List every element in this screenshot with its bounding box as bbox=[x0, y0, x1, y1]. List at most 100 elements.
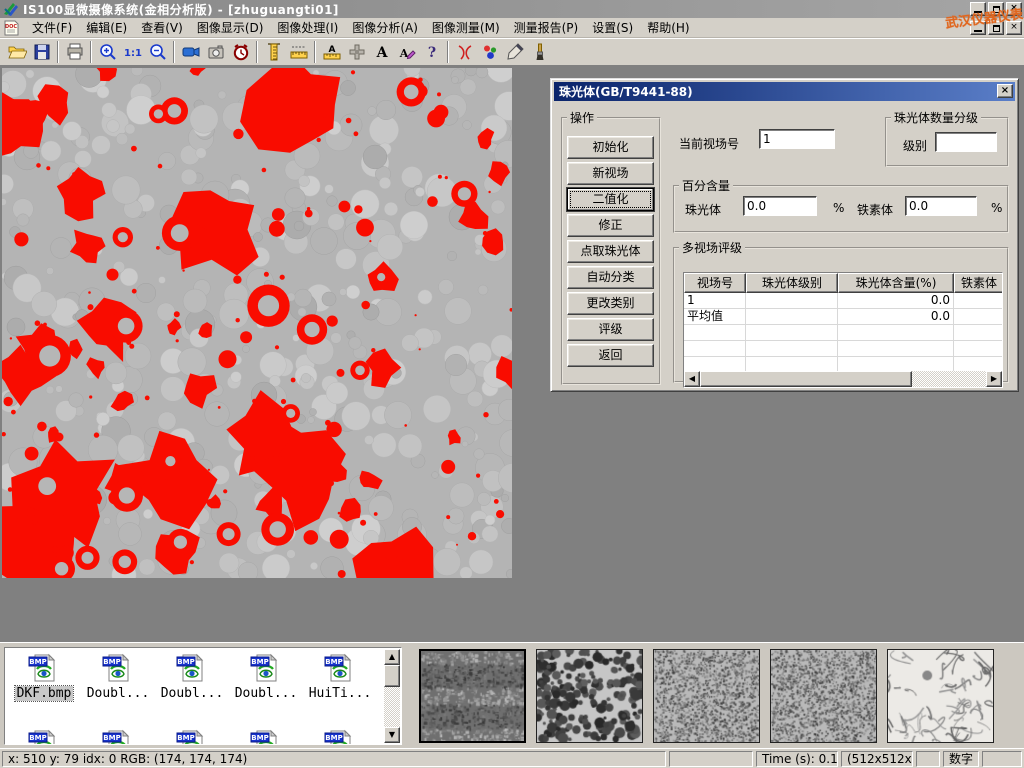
print-icon[interactable] bbox=[62, 40, 87, 64]
menu-item-image-analysis[interactable]: 图像分析(A) bbox=[345, 17, 425, 38]
caliper-icon[interactable] bbox=[261, 40, 286, 64]
current-view-label: 当前视场号 bbox=[679, 135, 739, 152]
actual-size-icon[interactable]: 1:1 bbox=[120, 40, 145, 64]
measure-text-icon[interactable]: A bbox=[319, 40, 344, 64]
zoom-in-icon[interactable] bbox=[95, 40, 120, 64]
new-field-button[interactable]: 新视场 bbox=[567, 162, 654, 185]
file-item[interactable]: BMP bbox=[303, 728, 377, 745]
menu-item-help[interactable]: 帮助(H) bbox=[640, 17, 696, 38]
close-button[interactable]: × bbox=[1006, 2, 1022, 16]
pick-pearlite-button[interactable]: 点取珠光体 bbox=[567, 240, 654, 263]
percent-group-label: 百分含量 bbox=[679, 177, 733, 194]
cursor-position-status: x: 510 y: 79 idx: 0 RGB: (174, 174, 174) bbox=[2, 751, 666, 767]
grade-button[interactable]: 评级 bbox=[567, 318, 654, 341]
menu-item-image-process[interactable]: 图像处理(I) bbox=[270, 17, 345, 38]
brush-icon[interactable] bbox=[527, 40, 552, 64]
file-item[interactable]: BMPDoubl... bbox=[81, 652, 155, 701]
title-bar: IS100显微摄像系统(金相分析版) - [zhuguangti01] × bbox=[0, 0, 1024, 18]
ruler-icon[interactable] bbox=[286, 40, 311, 64]
col-pearlite-grade[interactable]: 珠光体级别 bbox=[746, 273, 838, 293]
document-icon[interactable]: DOC bbox=[4, 20, 19, 36]
minimize-button[interactable] bbox=[970, 2, 986, 16]
file-item[interactable]: BMPDKF.bmp bbox=[7, 652, 81, 701]
col-ferrite[interactable]: 铁素体 bbox=[954, 273, 1003, 293]
help-icon[interactable]: ? bbox=[419, 40, 444, 64]
text-label-icon[interactable]: A bbox=[369, 40, 394, 64]
scroll-left-icon[interactable]: ◀ bbox=[684, 371, 700, 387]
child-restore-button[interactable] bbox=[988, 21, 1004, 35]
menu-item-report[interactable]: 测量报告(P) bbox=[507, 17, 586, 38]
open-file-icon[interactable] bbox=[4, 40, 29, 64]
change-class-button[interactable]: 更改类别 bbox=[567, 292, 654, 315]
dialog-title-bar[interactable]: 珠光体(GB/T9441-88) × bbox=[554, 82, 1015, 101]
dialog-close-icon[interactable]: × bbox=[997, 84, 1013, 98]
file-item[interactable]: BMPDoubl... bbox=[155, 652, 229, 701]
file-item[interactable]: BMP bbox=[81, 728, 155, 745]
zoom-out-icon[interactable] bbox=[145, 40, 170, 64]
correct-button[interactable]: 修正 bbox=[567, 214, 654, 237]
binarize-button[interactable]: 二值化 bbox=[567, 188, 654, 211]
table-row[interactable] bbox=[684, 325, 1002, 341]
file-item[interactable]: BMPDoubl... bbox=[229, 652, 303, 701]
svg-text:DOC: DOC bbox=[5, 24, 17, 30]
merge-grid-icon[interactable] bbox=[344, 40, 369, 64]
scroll-right-icon[interactable]: ▶ bbox=[986, 371, 1002, 387]
menu-item-image-display[interactable]: 图像显示(D) bbox=[190, 17, 271, 38]
init-button[interactable]: 初始化 bbox=[567, 136, 654, 159]
return-button[interactable]: 返回 bbox=[567, 344, 654, 367]
color-particles-icon[interactable] bbox=[477, 40, 502, 64]
col-pearlite-pct[interactable]: 珠光体含量(%) bbox=[838, 273, 954, 293]
table-row[interactable]: 平均值 0.0 bbox=[684, 309, 1002, 325]
bmp-file-icon: BMP bbox=[250, 728, 282, 745]
mdi-workspace: 珠光体(GB/T9441-88) × 操作 初始化 新视场 二值化 修正 点取珠… bbox=[0, 66, 1024, 642]
operations-group-label: 操作 bbox=[567, 109, 597, 126]
grade-level-input[interactable] bbox=[935, 132, 997, 152]
save-icon[interactable] bbox=[29, 40, 54, 64]
vscroll-thumb[interactable] bbox=[384, 665, 400, 687]
menu-item-edit[interactable]: 编辑(E) bbox=[79, 17, 134, 38]
menu-bar: DOC 文件(F) 编辑(E) 查看(V) 图像显示(D) 图像处理(I) 图像… bbox=[0, 18, 1024, 38]
pen-icon[interactable] bbox=[502, 40, 527, 64]
child-minimize-button[interactable] bbox=[970, 21, 986, 35]
bottom-panel: BMPDKF.bmpBMPDoubl...BMPDoubl...BMPDoubl… bbox=[0, 642, 1024, 748]
menu-item-view[interactable]: 查看(V) bbox=[134, 17, 190, 38]
table-row[interactable]: 1 0.0 bbox=[684, 293, 1002, 309]
grading-group-label: 珠光体数量分级 bbox=[891, 109, 981, 126]
thumbnail-2[interactable] bbox=[536, 649, 643, 743]
thumbnail-5[interactable] bbox=[887, 649, 994, 743]
file-item[interactable]: BMP bbox=[7, 728, 81, 745]
curve-cut-icon[interactable] bbox=[452, 40, 477, 64]
specimen-image[interactable] bbox=[2, 68, 512, 578]
col-field-no[interactable]: 视场号 bbox=[684, 273, 746, 293]
child-close-button[interactable]: × bbox=[1006, 21, 1022, 35]
text-edit-icon[interactable]: A bbox=[394, 40, 419, 64]
restore-button[interactable] bbox=[988, 2, 1004, 16]
ferrite-percent-input[interactable] bbox=[905, 196, 977, 216]
scroll-up-icon[interactable]: ▲ bbox=[384, 649, 400, 665]
file-item[interactable]: BMP bbox=[229, 728, 303, 745]
video-camera-icon[interactable] bbox=[178, 40, 203, 64]
photo-camera-icon[interactable] bbox=[203, 40, 228, 64]
thumbnail-1[interactable] bbox=[419, 649, 526, 743]
thumbnail-3[interactable] bbox=[653, 649, 760, 743]
auto-classify-button[interactable]: 自动分类 bbox=[567, 266, 654, 289]
hscroll-thumb[interactable] bbox=[700, 371, 912, 387]
file-item[interactable]: BMP bbox=[155, 728, 229, 745]
hscroll-track[interactable] bbox=[912, 371, 986, 387]
menu-item-file[interactable]: 文件(F) bbox=[25, 17, 79, 38]
timer-clock-icon[interactable] bbox=[228, 40, 253, 64]
svg-text:BMP: BMP bbox=[251, 658, 268, 666]
current-view-input[interactable] bbox=[759, 129, 835, 149]
mode-status: 数字 bbox=[943, 751, 979, 767]
pearlite-percent-input[interactable] bbox=[743, 196, 817, 216]
table-hscrollbar[interactable]: ◀ ▶ bbox=[684, 371, 1002, 387]
svg-text:BMP: BMP bbox=[325, 734, 342, 742]
file-vscrollbar[interactable]: ▲ ▼ bbox=[384, 649, 400, 743]
menu-item-settings[interactable]: 设置(S) bbox=[585, 17, 640, 38]
file-item[interactable]: BMPHuiTi... bbox=[303, 652, 377, 701]
table-row[interactable] bbox=[684, 341, 1002, 357]
menu-item-image-measure[interactable]: 图像测量(M) bbox=[425, 17, 507, 38]
multi-field-group: 多视场评级 视场号 珠光体级别 珠光体含量(%) 铁素体 1 0.0 bbox=[673, 239, 1009, 383]
thumbnail-4[interactable] bbox=[770, 649, 877, 743]
scroll-down-icon[interactable]: ▼ bbox=[384, 727, 400, 743]
